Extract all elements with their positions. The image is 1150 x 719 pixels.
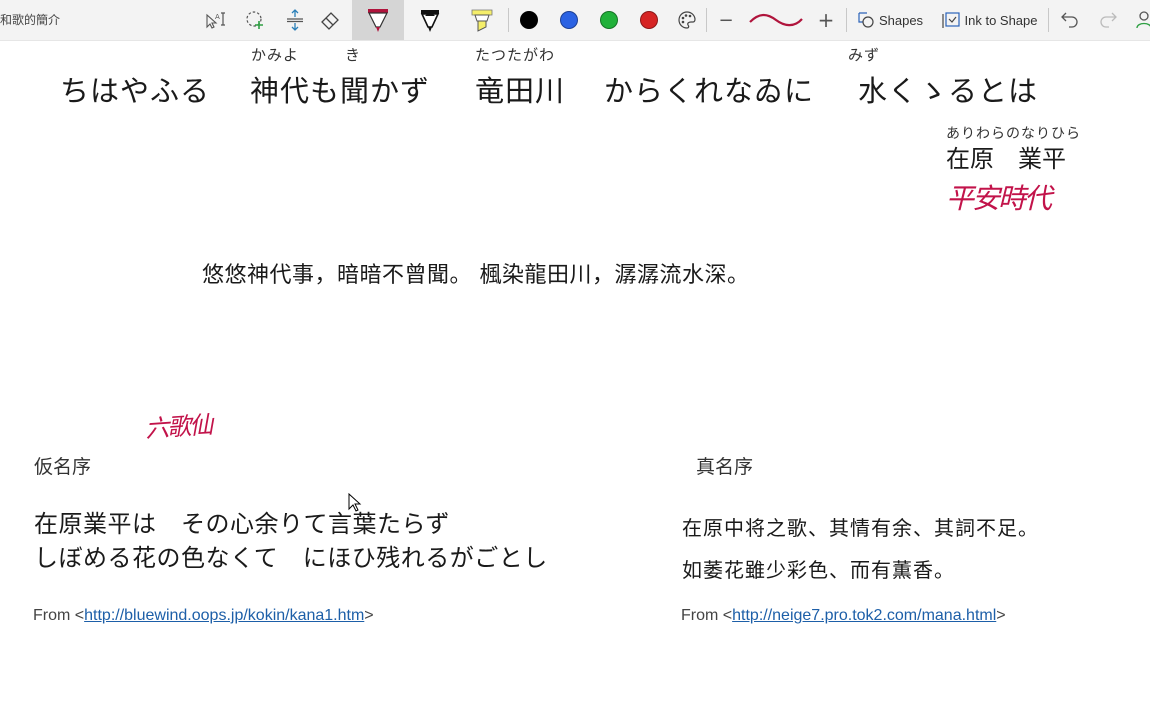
draw-toolbar: 和歌的簡介 A − + Shapes Ink to Shape xyxy=(0,0,1150,41)
shapes-label: Shapes xyxy=(878,12,924,28)
replay-button[interactable] xyxy=(1134,0,1150,40)
palette-icon xyxy=(678,11,696,29)
color-black-button[interactable] xyxy=(517,0,541,40)
chinese-translation: 悠悠神代事，暗暗不曾聞。 楓染龍田川，潺潺流水深。 xyxy=(202,263,750,288)
poem-line-4: からくれなゐに xyxy=(604,74,815,108)
decrease-thickness-button[interactable]: − xyxy=(714,0,738,40)
more-colors-button[interactable] xyxy=(675,0,699,40)
kana-preface-line-1: 在原業平は その心余りて言葉たらず xyxy=(34,510,451,538)
color-blue-button[interactable] xyxy=(557,0,581,40)
kana-preface-source: From <http://bluewind.oops.jp/kokin/kana… xyxy=(33,607,374,625)
lasso-select-button[interactable] xyxy=(240,0,270,40)
note-canvas[interactable]: かみよ き たつたがわ みず ちはやふる 神代も聞かず 竜田川 からくれなゐに … xyxy=(0,41,1150,719)
shapes-icon xyxy=(858,12,874,28)
eraser-button[interactable] xyxy=(315,0,345,40)
ink-annotation-heian[interactable]: 平安時代 xyxy=(946,177,1052,217)
source-suffix: > xyxy=(364,607,374,624)
pen-icon xyxy=(420,10,440,32)
select-text-icon: A xyxy=(206,12,225,29)
svg-text:A: A xyxy=(215,13,220,21)
kana-preface-heading: 仮名序 xyxy=(34,456,92,478)
ink-to-text-button[interactable]: A xyxy=(200,0,230,40)
ink-to-shape-label: Ink to Shape xyxy=(964,12,1038,28)
poem-line-3: 竜田川 xyxy=(475,74,566,108)
red-pen-button[interactable] xyxy=(352,0,404,40)
ruby-tatsutagawa: たつたがわ xyxy=(475,46,556,64)
color-green-button[interactable] xyxy=(597,0,621,40)
kana-preface-line-2: しぼめる花の色なくて にほひ残れるがごとし xyxy=(34,544,548,572)
insert-space-icon xyxy=(287,9,303,31)
mana-preface-line-1: 在原中将之歌、其情有余、其詞不足。 xyxy=(682,516,1039,540)
stroke-preview xyxy=(746,0,806,40)
color-swatch xyxy=(520,11,538,29)
poem-line-2: 神代も聞かず xyxy=(250,74,431,108)
increase-thickness-button[interactable]: + xyxy=(814,0,838,40)
ink-to-shape-button[interactable]: Ink to Shape xyxy=(938,0,1040,40)
mana-preface-source: From <http://neige7.pro.tok2.com/mana.ht… xyxy=(681,607,1006,625)
page-title: 和歌的簡介 xyxy=(0,13,61,27)
ruby-ki: き xyxy=(345,46,362,64)
insert-space-button[interactable] xyxy=(280,0,310,40)
redo-button[interactable] xyxy=(1094,0,1122,40)
redo-icon xyxy=(1100,12,1117,28)
highlighter-icon xyxy=(471,9,493,32)
eraser-icon xyxy=(321,12,339,30)
author-name: 在原 業平 xyxy=(946,145,1066,173)
color-swatch xyxy=(640,11,658,29)
poem-line-1: ちはやふる xyxy=(60,74,211,108)
minus-icon: − xyxy=(718,9,734,31)
plus-icon: + xyxy=(817,8,835,32)
color-red-button[interactable] xyxy=(637,0,661,40)
source-prefix: From < xyxy=(681,607,733,624)
ruby-kamiyo: かみよ xyxy=(251,46,300,64)
mana-preface-heading: 真名序 xyxy=(696,456,754,478)
poem-line-5: 水くゝるとは xyxy=(858,74,1039,108)
source-suffix: > xyxy=(996,607,1006,624)
person-icon xyxy=(1136,11,1150,29)
color-swatch xyxy=(560,11,578,29)
toolbar-divider xyxy=(706,8,707,32)
mouse-cursor-icon xyxy=(348,493,362,512)
toolbar-divider xyxy=(508,8,509,32)
toolbar-divider xyxy=(846,8,847,32)
stroke-preview-icon xyxy=(749,13,803,27)
mana-preface-line-2: 如萎花雖少彩色、而有薫香。 xyxy=(682,558,955,582)
source-prefix: From < xyxy=(33,607,85,624)
shapes-button[interactable]: Shapes xyxy=(855,0,925,40)
ink-to-shape-icon xyxy=(941,12,960,28)
lasso-icon xyxy=(246,11,263,29)
mana-source-link[interactable]: http://neige7.pro.tok2.com/mana.html xyxy=(732,607,996,624)
toolbar-divider xyxy=(1048,8,1049,32)
undo-icon xyxy=(1061,12,1078,28)
yellow-highlighter-button[interactable] xyxy=(464,0,500,40)
black-pen-button[interactable] xyxy=(412,0,448,40)
ruby-mizu: みず xyxy=(848,46,881,64)
undo-button[interactable] xyxy=(1056,0,1084,40)
pen-icon xyxy=(368,9,388,32)
ink-annotation-rokkasen[interactable]: 六歌仙 xyxy=(144,405,212,445)
color-swatch xyxy=(600,11,618,29)
kana-source-link[interactable]: http://bluewind.oops.jp/kokin/kana1.htm xyxy=(84,607,364,624)
